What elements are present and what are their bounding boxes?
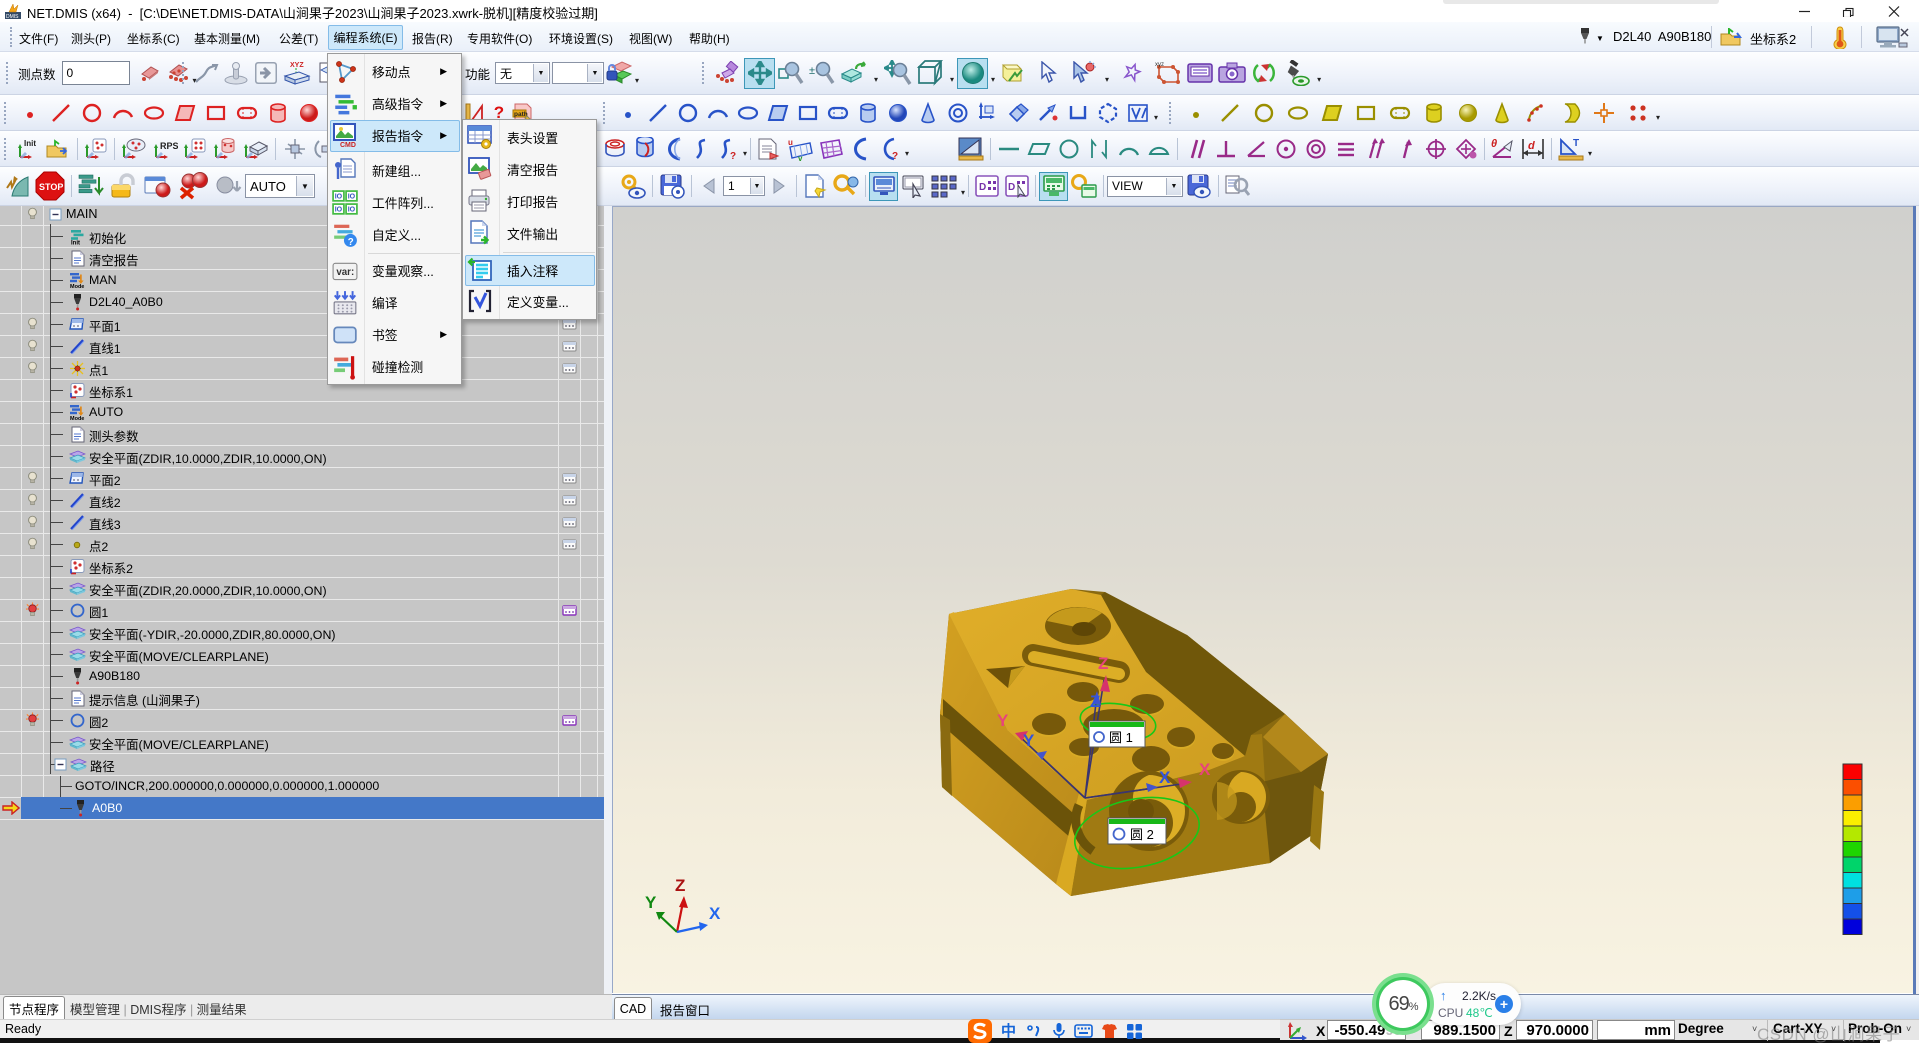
svg-text:u: u	[788, 138, 793, 147]
svg-text:IO: IO	[335, 194, 343, 201]
svg-text:STOP: STOP	[39, 182, 63, 192]
svg-text:D: D	[1008, 182, 1015, 193]
svg-text:Z: Z	[1098, 654, 1108, 673]
svg-text:d: d	[1528, 140, 1535, 152]
svg-text:?: ?	[730, 151, 736, 161]
svg-text:?: ?	[348, 237, 354, 248]
svg-text:xyz: xyz	[1155, 62, 1164, 68]
svg-text:CMD: CMD	[340, 142, 356, 148]
svg-text:D: D	[979, 182, 986, 193]
svg-text:v: v	[798, 154, 803, 161]
svg-text:圆 1: 圆 1	[1109, 730, 1133, 745]
svg-text:var:: var:	[336, 267, 354, 278]
svg-text:Z: Z	[1090, 692, 1100, 711]
svg-text:?: ?	[892, 151, 898, 161]
svg-text:±: ±	[809, 65, 815, 77]
svg-text:DMIS: DMIS	[6, 14, 19, 19]
svg-text:IO: IO	[348, 194, 356, 201]
svg-text:Y: Y	[1023, 731, 1035, 750]
svg-text:XYZ: XYZ	[290, 62, 304, 69]
svg-text:RPS: RPS	[160, 141, 178, 151]
svg-text:Z: Z	[675, 876, 685, 895]
svg-text:θ: θ	[1491, 138, 1497, 150]
svg-text:IO: IO	[348, 207, 356, 214]
svg-text:Y: Y	[645, 893, 657, 912]
svg-text:Y: Y	[997, 711, 1009, 730]
svg-text:圆 2: 圆 2	[1130, 827, 1154, 842]
svg-text:IO: IO	[335, 207, 343, 214]
svg-text:T: T	[1573, 138, 1579, 149]
svg-text:X: X	[1159, 768, 1171, 787]
svg-text:X: X	[1199, 760, 1211, 779]
svg-text:X: X	[709, 904, 721, 923]
svg-text:Init: Init	[24, 139, 36, 148]
